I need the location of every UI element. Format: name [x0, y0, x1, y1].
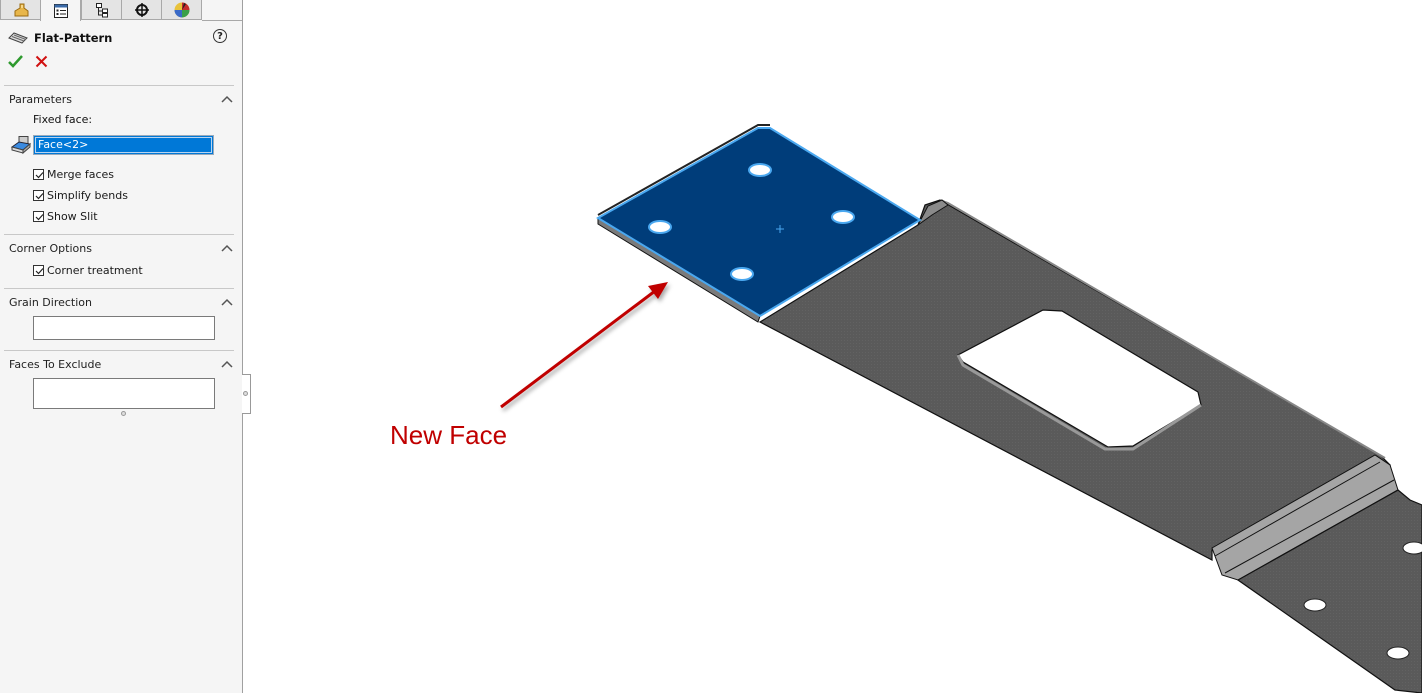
- checkbox-box[interactable]: [33, 168, 44, 180]
- feature-manager-icon: [14, 3, 28, 16]
- collapse-parameters-icon[interactable]: [221, 95, 233, 103]
- feature-title: Flat-Pattern: [8, 29, 112, 47]
- tab-dimxpert-manager[interactable]: [121, 0, 162, 20]
- help-button[interactable]: ?: [213, 29, 227, 43]
- merge-faces-checkbox[interactable]: Merge faces: [33, 167, 114, 181]
- checkbox-label: Merge faces: [47, 167, 114, 181]
- collapse-faces-to-exclude-icon[interactable]: [221, 360, 233, 368]
- checkbox-box[interactable]: [33, 264, 44, 276]
- dimxpert-manager-icon: [134, 2, 149, 17]
- fixed-face-field[interactable]: Face<2>: [33, 135, 214, 155]
- tab-property-manager[interactable]: [40, 0, 81, 21]
- flange-hole: [1303, 598, 1327, 612]
- property-manager-panel: Flat-Pattern ? Parameters Fixed face: Fa…: [0, 0, 243, 693]
- annotation-arrow: [500, 282, 668, 409]
- show-slit-checkbox[interactable]: Show Slit: [33, 209, 98, 223]
- face-hole: [831, 210, 855, 224]
- section-divider: [4, 288, 234, 289]
- graphics-viewport[interactable]: [243, 0, 1422, 693]
- face-selection-icon: [10, 136, 32, 155]
- annotation-label: New Face: [390, 420, 508, 450]
- checkmark-icon: [8, 55, 23, 68]
- feature-title-text: Flat-Pattern: [34, 31, 113, 45]
- tab-display-manager[interactable]: [161, 0, 202, 20]
- section-corner-options-title[interactable]: Corner Options: [9, 242, 92, 255]
- cancel-button[interactable]: [35, 55, 48, 71]
- sheet-metal-part[interactable]: [758, 199, 1422, 693]
- faces-to-exclude-list[interactable]: [33, 378, 215, 409]
- corner-treatment-checkbox[interactable]: Corner treatment: [33, 263, 143, 277]
- section-grain-direction-title[interactable]: Grain Direction: [9, 296, 92, 309]
- checkbox-label: Corner treatment: [47, 263, 143, 277]
- display-manager-icon: [174, 2, 189, 17]
- face-hole: [748, 163, 772, 177]
- checkbox-label: Simplify bends: [47, 188, 128, 202]
- checkbox-label: Show Slit: [47, 209, 98, 223]
- section-divider: [4, 350, 234, 351]
- section-divider: [4, 234, 234, 235]
- face-hole: [648, 220, 672, 234]
- section-parameters-title[interactable]: Parameters: [9, 93, 72, 106]
- fixed-face-label: Fixed face:: [33, 113, 93, 126]
- property-manager-icon: [53, 3, 68, 18]
- face-hole: [730, 267, 754, 281]
- collapse-grain-direction-icon[interactable]: [221, 298, 233, 306]
- tabs-divider: [202, 20, 242, 21]
- ok-button[interactable]: [8, 55, 23, 71]
- checkbox-box[interactable]: [33, 210, 44, 222]
- flat-pattern-icon: [8, 32, 28, 44]
- simplify-bends-checkbox[interactable]: Simplify bends: [33, 188, 128, 202]
- manager-tabs: [0, 0, 242, 21]
- flange-hole: [1402, 541, 1422, 555]
- collapse-corner-options-icon[interactable]: [221, 244, 233, 252]
- close-icon: [35, 55, 48, 68]
- configuration-manager-icon: [95, 2, 108, 17]
- section-divider: [4, 85, 234, 86]
- checkbox-box[interactable]: [33, 189, 44, 201]
- tab-configuration-manager[interactable]: [81, 0, 122, 20]
- flange-hole: [1386, 646, 1410, 660]
- list-resize-handle[interactable]: [121, 411, 126, 416]
- section-faces-to-exclude-title[interactable]: Faces To Exclude: [9, 358, 101, 371]
- tab-feature-manager[interactable]: [0, 0, 41, 20]
- grain-direction-field[interactable]: [33, 316, 215, 340]
